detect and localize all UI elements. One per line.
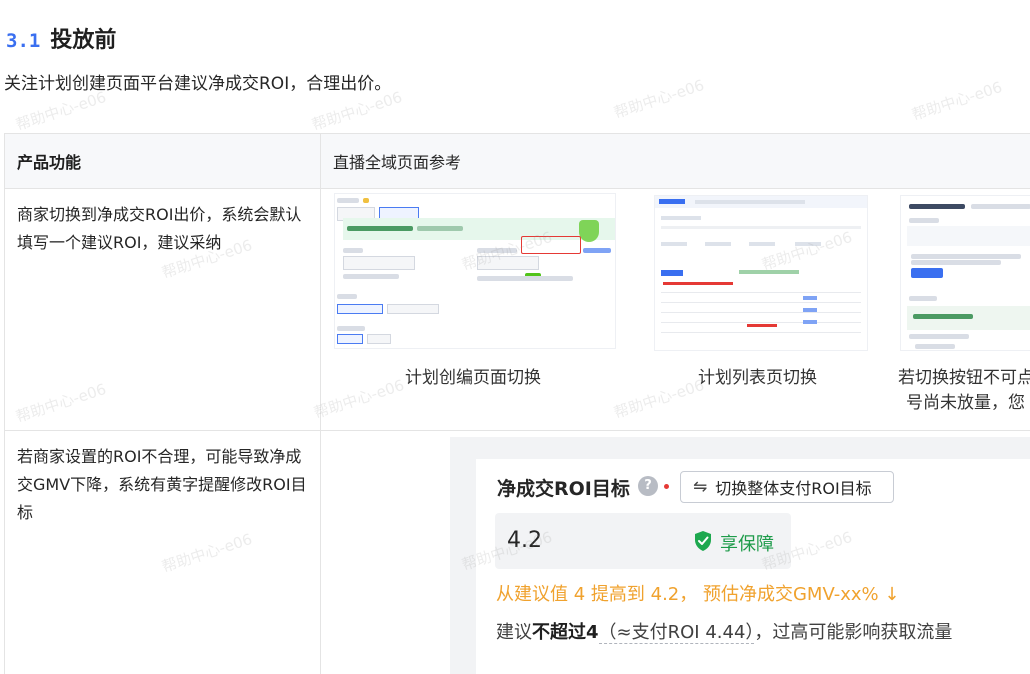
caption-plan-create: 计划创编页面切换	[405, 368, 541, 388]
suggest-prefix: 建议	[496, 622, 532, 643]
suggest-bold: 不超过4	[532, 622, 599, 643]
section-number: 3.1	[6, 30, 41, 52]
roi-title: 净成交ROI目标	[497, 478, 630, 500]
suggest-paren: （≈支付ROI 4.44）	[598, 622, 755, 644]
suggest-suffix: ，过高可能影响获取流量	[754, 622, 953, 643]
swap-icon: ⇋	[693, 477, 708, 497]
switch-total-roi-button[interactable]: ⇋ 切换整体支付ROI目标	[680, 471, 894, 503]
shield-check-icon	[695, 531, 711, 551]
section-title: 投放前	[50, 28, 117, 53]
help-icon[interactable]: ?	[638, 476, 658, 496]
row2-feature: 若商家设置的ROI不合理，可能导致净成交GMV下降，系统有黄字提醒修改ROI目标	[4, 430, 321, 674]
watermark: 帮助中心-e06	[909, 77, 1005, 125]
caption-switch-disabled: 若切换按钮不可点	[898, 368, 1030, 388]
screenshot-plan-create	[334, 193, 616, 349]
required-dot-icon	[664, 484, 669, 489]
caption-switch-disabled-2: 号尚未放量，您	[906, 393, 1025, 413]
suggestion-text: 建议不超过4（≈支付ROI 4.44），过高可能影响获取流量	[496, 618, 952, 644]
warning-text: 从建议值 4 提高到 4.2， 预估净成交GMV-xx% ↓	[496, 584, 900, 605]
guarantee-label: 享保障	[720, 534, 774, 555]
header-feature: 产品功能	[4, 133, 321, 189]
intro-text: 关注计划创建页面平台建议净成交ROI，合理出价。	[4, 74, 392, 94]
section-heading: 3.1 投放前	[6, 22, 116, 54]
roi-input-value: 4.2	[507, 528, 542, 553]
switch-button-label: 切换整体支付ROI目标	[715, 479, 872, 498]
caption-plan-list: 计划列表页切换	[698, 368, 817, 388]
header-reference: 直播全域页面参考	[320, 133, 1030, 189]
screenshot-plan-list	[654, 195, 868, 351]
row1-feature: 商家切换到净成交ROI出价，系统会默认填写一个建议ROI，建议采纳	[4, 188, 321, 431]
watermark: 帮助中心-e06	[611, 75, 707, 123]
screenshot-live-promo	[900, 195, 1030, 351]
